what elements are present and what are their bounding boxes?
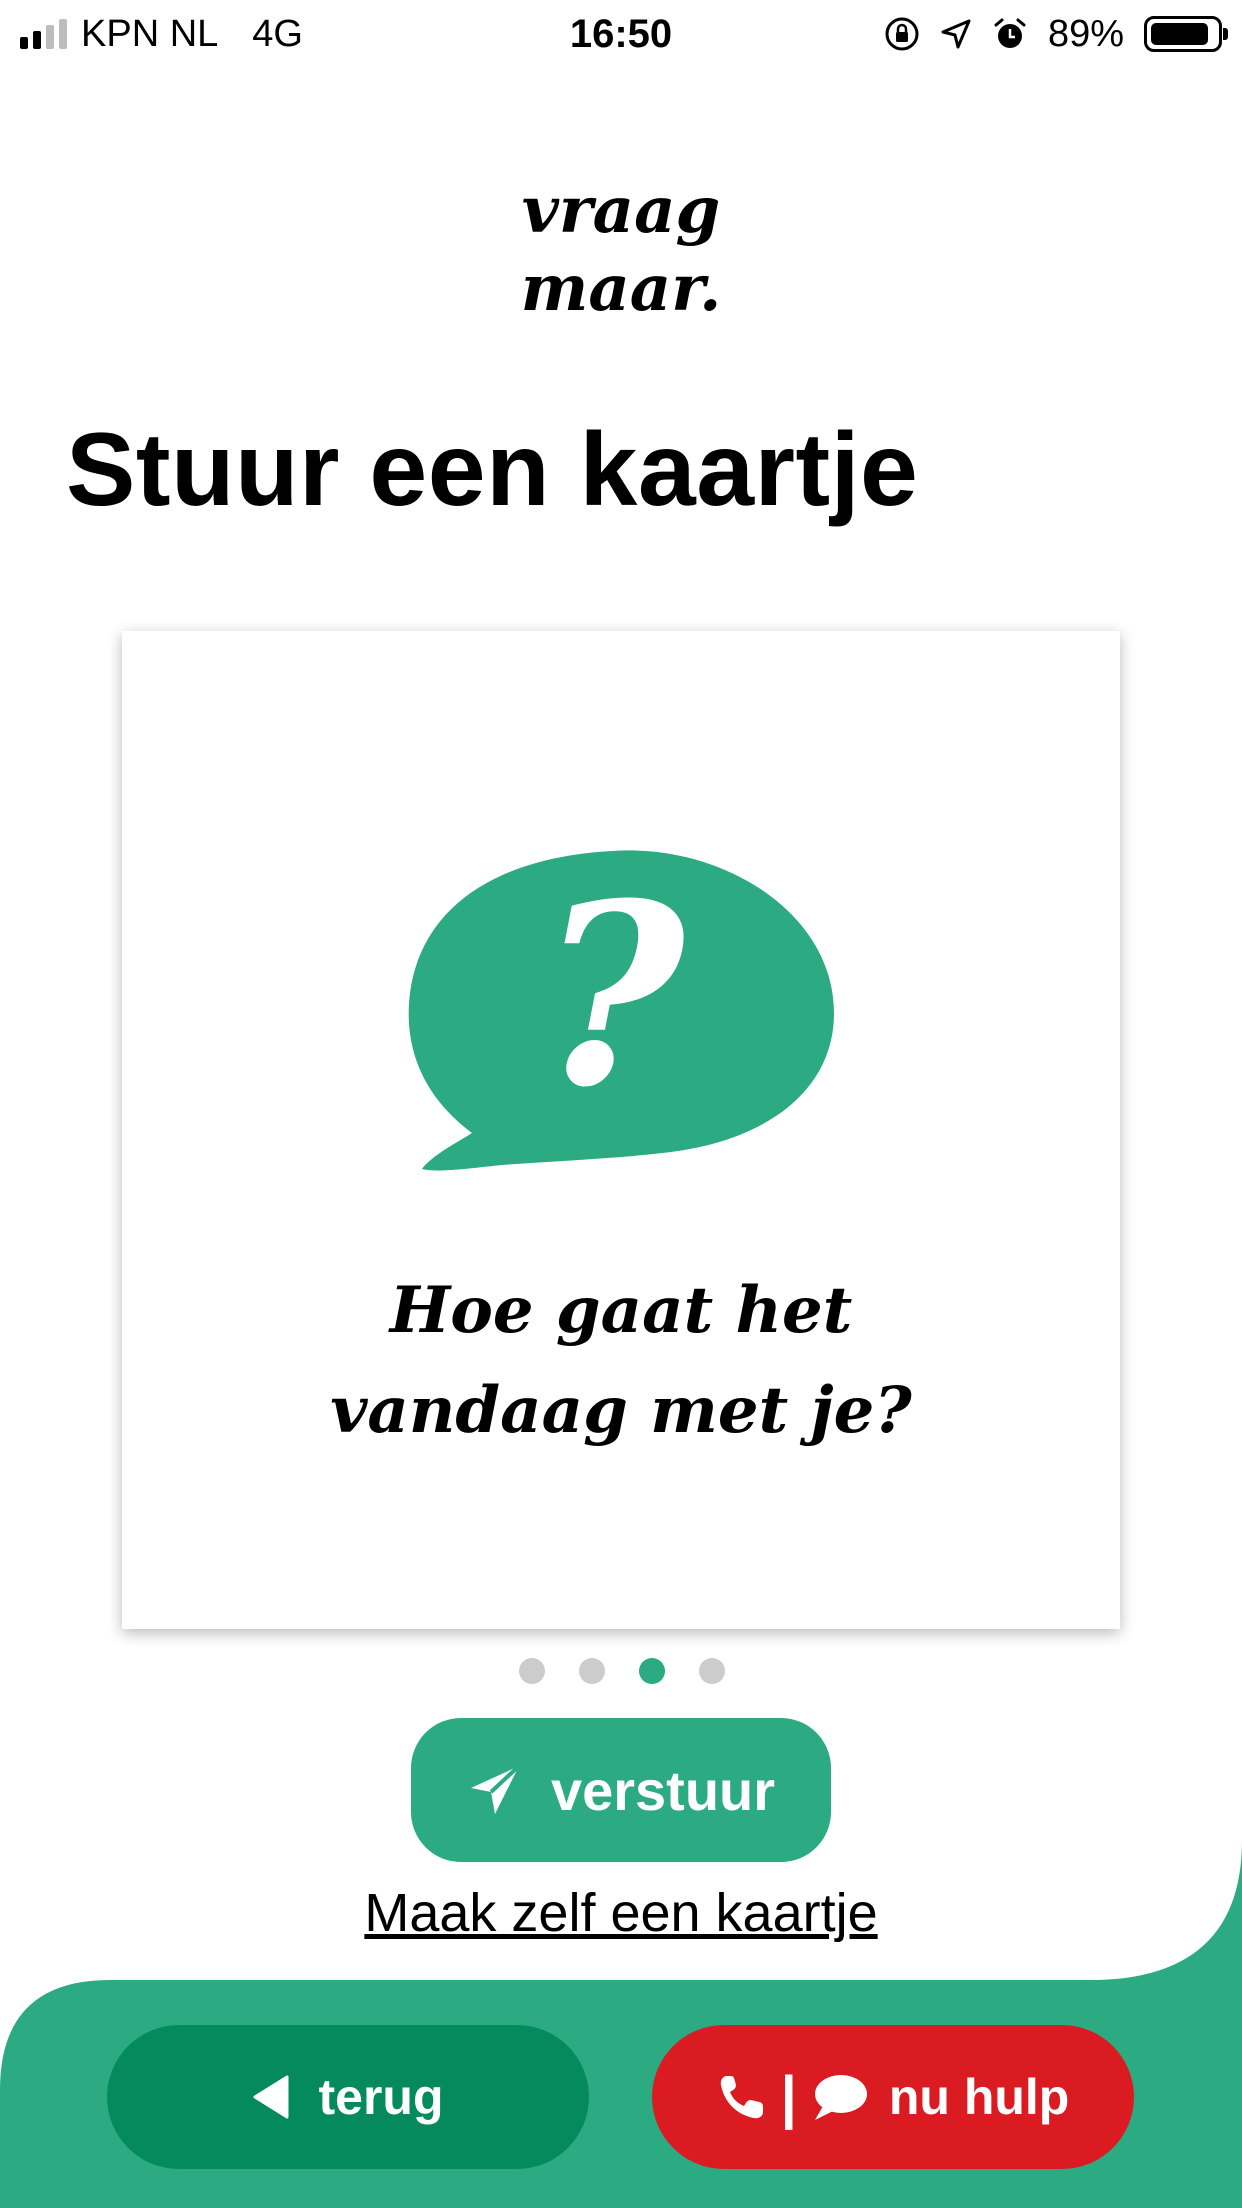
location-arrow-icon xyxy=(941,19,971,49)
card-message-line-1: Hoe gaat het xyxy=(389,1273,853,1348)
battery-icon xyxy=(1144,16,1228,52)
carousel-dot[interactable] xyxy=(699,1658,725,1684)
paper-plane-icon xyxy=(470,1764,521,1814)
carousel-dot[interactable] xyxy=(579,1658,605,1684)
help-separator: | xyxy=(780,2064,797,2130)
logo-line-2: maar. xyxy=(521,251,722,326)
help-now-button[interactable]: | nu hulp xyxy=(652,2025,1134,2169)
card-message-line-2: vandaag met je? xyxy=(330,1373,912,1448)
send-button[interactable]: verstuur xyxy=(411,1718,831,1862)
vraag-maar-logo: vraag maar. xyxy=(521,173,722,326)
question-speech-bubble-icon: ? xyxy=(408,848,834,1171)
carousel-dot-active[interactable] xyxy=(639,1658,665,1684)
chat-bubble-icon xyxy=(814,2075,867,2120)
page-title: Stuur een kaartje xyxy=(66,412,919,528)
battery-percentage: 89% xyxy=(1047,12,1124,55)
alarm-icon xyxy=(994,18,1026,48)
send-button-label: verstuur xyxy=(550,1758,776,1822)
svg-text:?: ? xyxy=(539,848,688,1142)
card-preview[interactable]: ? Hoe gaat het vandaag met je? xyxy=(122,631,1120,1629)
back-button-label: terug xyxy=(318,2069,444,2125)
help-button-label: nu hulp xyxy=(888,2069,1070,2125)
make-own-card-link[interactable]: Maak zelf een kaartje xyxy=(0,1880,1242,1946)
status-bar: KPN NL 4G 16:50 89% xyxy=(0,0,1242,70)
carousel-dot[interactable] xyxy=(519,1658,545,1684)
card-message: Hoe gaat het vandaag met je? xyxy=(122,1261,1120,1461)
logo-line-1: vraag xyxy=(522,173,721,248)
carousel-dots xyxy=(519,1658,725,1684)
back-button[interactable]: terug xyxy=(107,2025,589,2169)
orientation-lock-icon xyxy=(885,17,919,51)
phone-icon xyxy=(720,2076,763,2119)
status-right: 89% xyxy=(884,8,1228,60)
back-arrow-icon xyxy=(253,2075,288,2119)
